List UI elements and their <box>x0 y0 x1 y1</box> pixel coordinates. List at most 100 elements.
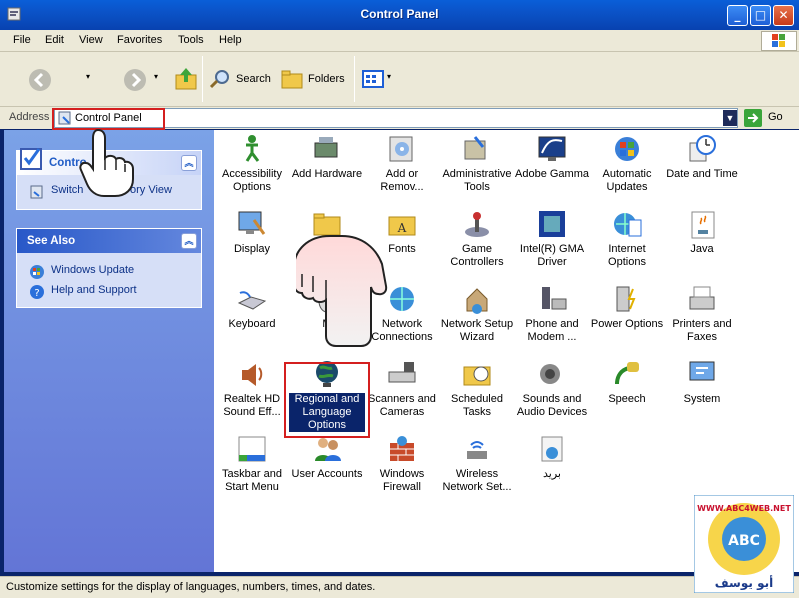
control-panel-item[interactable]: Administrative Tools <box>439 133 515 194</box>
item-label-line: Network Set... <box>442 481 512 493</box>
up-folder-button[interactable] <box>174 66 198 95</box>
control-panel-item[interactable]: Scheduled Tasks <box>439 358 515 419</box>
control-panel-item[interactable]: Internet Options <box>589 208 665 269</box>
item-label: Power Options <box>589 318 665 331</box>
views-dropdown-icon[interactable]: ▾ <box>387 72 391 81</box>
internet-icon <box>614 213 642 237</box>
firewall-icon <box>390 436 414 461</box>
item-label: Intel(R) GMA Driver <box>514 243 590 269</box>
title-bar[interactable]: Control Panel _ □ ✕ <box>0 0 799 30</box>
control-panel-item[interactable]: بريد <box>514 433 590 481</box>
item-label: Administrative Tools <box>439 168 515 194</box>
item-label-line: Intel(R) GMA <box>519 243 585 255</box>
help-icon: ? <box>30 285 44 299</box>
see-also-header[interactable]: See Also ︽ <box>17 229 201 253</box>
control-panel-item[interactable]: Add or Remov... <box>364 133 440 194</box>
menu-file[interactable]: File <box>13 34 31 46</box>
back-dropdown-icon[interactable]: ▾ <box>86 72 90 81</box>
go-button[interactable]: Go <box>744 108 794 128</box>
folders-button[interactable]: Folders <box>281 68 347 92</box>
close-button[interactable]: ✕ <box>773 5 794 26</box>
control-panel-item[interactable]: Printers and Faxes <box>664 283 740 344</box>
control-panel-item[interactable]: Windows Firewall <box>364 433 440 494</box>
item-label-line: Remov... <box>380 181 424 193</box>
collapse-chevron-icon[interactable]: ︽ <box>181 233 197 249</box>
control-panel-window: Control Panel _ □ ✕ File Edit View Favor… <box>0 0 799 598</box>
item-label: Adobe Gamma <box>514 168 590 181</box>
control-panel-item[interactable]: Game Controllers <box>439 208 515 269</box>
item-label: Java <box>664 243 740 256</box>
control-panel-item[interactable]: Realtek HD Sound Eff... <box>214 358 290 419</box>
menu-tools[interactable]: Tools <box>178 34 204 46</box>
toolbar: ▾ ▾ Search Folders ▾ <box>0 52 799 107</box>
control-panel-item[interactable]: Network Setup Wizard <box>439 283 515 344</box>
control-panel-item[interactable]: Automatic Updates <box>589 133 665 194</box>
item-label-line: Adobe Gamma <box>515 168 589 180</box>
item-label: Phone and Modem ... <box>514 318 590 344</box>
search-button[interactable]: Search <box>209 68 271 92</box>
control-panel-item[interactable]: Speech <box>589 358 665 406</box>
menu-view[interactable]: View <box>79 34 103 46</box>
menu-edit[interactable]: Edit <box>45 34 64 46</box>
item-label: Windows Firewall <box>364 468 440 494</box>
item-label-line: Add or <box>385 168 419 180</box>
adobe-gamma-icon <box>538 136 566 161</box>
address-dropdown-icon[interactable]: ▼ <box>723 110 737 126</box>
control-panel-item[interactable]: Intel(R) GMA Driver <box>514 208 590 269</box>
maximize-button[interactable]: □ <box>750 5 771 26</box>
control-panel-item[interactable]: System <box>664 358 740 406</box>
item-label-line: Driver <box>537 256 567 268</box>
control-panel-item[interactable]: Add Hardware <box>289 133 365 181</box>
item-label-line: Internet <box>608 243 646 255</box>
updates-icon <box>615 137 639 161</box>
item-label-line: Game <box>462 243 492 255</box>
item-label-line: Scheduled <box>451 393 503 405</box>
collapse-chevron-icon[interactable]: ︽ <box>181 155 197 171</box>
item-label-line: Options <box>233 181 271 193</box>
item-label-line: Wireless <box>455 468 499 480</box>
item-label: Scanners and Cameras <box>364 393 440 419</box>
joystick-icon <box>465 212 489 237</box>
control-panel-item[interactable]: Wireless Network Set... <box>439 433 515 494</box>
item-label: Internet Options <box>589 243 665 269</box>
go-label: Go <box>768 111 783 123</box>
control-panel-item[interactable]: Scanners and Cameras <box>364 358 440 419</box>
back-button[interactable] <box>28 68 52 95</box>
control-panel-item[interactable]: Accessibility Options <box>214 133 290 194</box>
control-panel-item[interactable]: Adobe Gamma <box>514 133 590 181</box>
control-panel-item[interactable]: Date and Time <box>664 133 740 181</box>
help-support-label: Help and Support <box>51 284 137 296</box>
views-button[interactable] <box>362 70 384 91</box>
keyboard-icon <box>237 291 267 310</box>
help-support-link[interactable]: ? Help and Support <box>17 281 201 301</box>
svg-text:WWW.ABC4WEB.NET: WWW.ABC4WEB.NET <box>697 504 791 513</box>
item-label: Date and Time <box>664 168 740 181</box>
pointing-hand-icon <box>296 235 388 347</box>
item-label: Scheduled Tasks <box>439 393 515 419</box>
control-panel-item[interactable]: Power Options <box>589 283 665 331</box>
menu-help[interactable]: Help <box>219 34 242 46</box>
item-label-line: Tools <box>464 181 490 193</box>
network-wizard-icon <box>466 288 488 314</box>
minimize-button[interactable]: _ <box>727 5 748 26</box>
windows-update-link[interactable]: Windows Update <box>17 261 201 281</box>
accessibility-icon <box>245 135 260 162</box>
forward-dropdown-icon[interactable]: ▾ <box>154 72 158 81</box>
forward-button[interactable] <box>123 68 147 95</box>
control-panel-item[interactable]: Phone and Modem ... <box>514 283 590 344</box>
see-also-title: See Also <box>27 235 76 247</box>
pointing-hand-icon <box>79 128 134 197</box>
menu-favorites[interactable]: Favorites <box>117 34 162 46</box>
svg-text:أبو يوسف: أبو يوسف <box>715 575 773 591</box>
control-panel-item[interactable]: Java <box>664 208 740 256</box>
control-panel-item[interactable]: Sounds and Audio Devices <box>514 358 590 419</box>
control-panel-item[interactable]: Taskbar and Start Menu <box>214 433 290 494</box>
display-icon <box>238 211 266 235</box>
sounds-icon <box>540 364 560 384</box>
search-icon <box>209 70 229 89</box>
control-panel-item[interactable]: Display <box>214 208 290 256</box>
control-panel-item[interactable]: Keyboard <box>214 283 290 331</box>
item-label-line: Tasks <box>462 406 492 418</box>
control-panel-item[interactable]: User Accounts <box>289 433 365 481</box>
admin-tools-icon <box>464 136 486 160</box>
